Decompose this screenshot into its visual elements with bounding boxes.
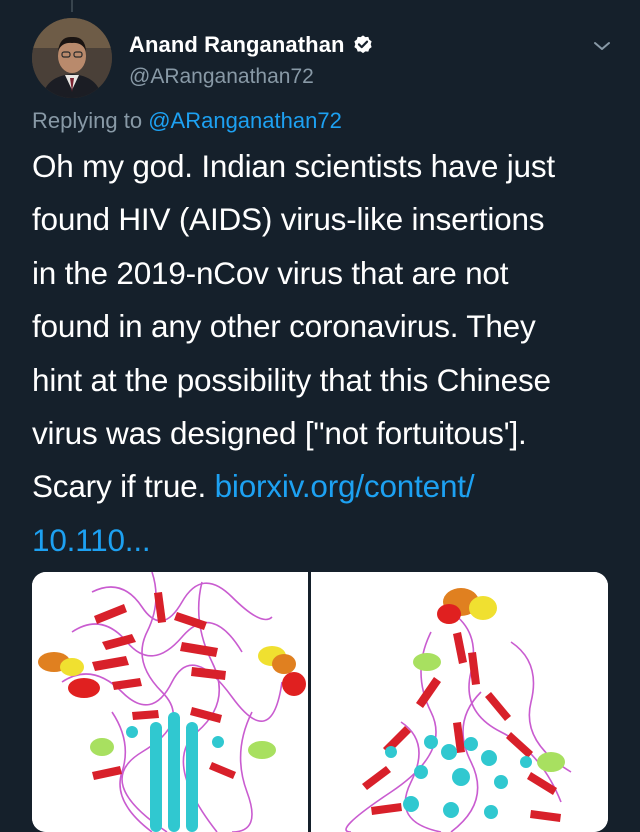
tweet-text-line: hint at the possibility that this Chines… [32,361,551,398]
media-image-left[interactable] [32,572,308,832]
tweet-media[interactable] [32,572,608,832]
protein-structure-image [32,572,308,832]
thread-connector-line [71,0,73,12]
tweet-text-line: Oh my god. Indian scientists have just [32,148,555,184]
tweet-url-link[interactable]: biorxiv.org/content/ [215,468,475,504]
verified-badge-icon [352,34,374,56]
tweet-text-line: found HIV (AIDS) virus-like insertions [32,201,545,238]
avatar-photo [32,18,112,98]
tweet-text-line: in the 2019-nCov virus that are not [32,254,509,291]
tweet-url-link-continued[interactable]: 10.110... [32,522,151,558]
reply-mention-link[interactable]: @ARanganathan72 [148,108,342,133]
chevron-down-icon[interactable] [590,34,614,58]
tweet-body: Oh my god. Indian scientists have just f… [32,140,612,567]
author-display-name[interactable]: Anand Ranganathan [129,32,345,58]
avatar[interactable] [32,18,112,98]
tweet-text-line: Scary if true. biorxiv.org/content/ [32,460,612,513]
tweet-text-segment: Scary if true. [32,468,207,505]
author-handle[interactable]: @ARanganathan72 [129,65,314,89]
replying-to-line: Replying to @ARanganathan72 [32,108,342,134]
author-name-row[interactable]: Anand Ranganathan [129,32,374,58]
media-image-right[interactable] [311,572,608,832]
tweet-text-line: 10.110... [32,514,612,567]
protein-structure-image [311,572,608,832]
tweet-text-line: virus was designed ["not fortuitous']. [32,415,527,452]
tweet-text-line: found in any other coronavirus. They [32,308,536,345]
replying-to-label: Replying to [32,108,143,133]
